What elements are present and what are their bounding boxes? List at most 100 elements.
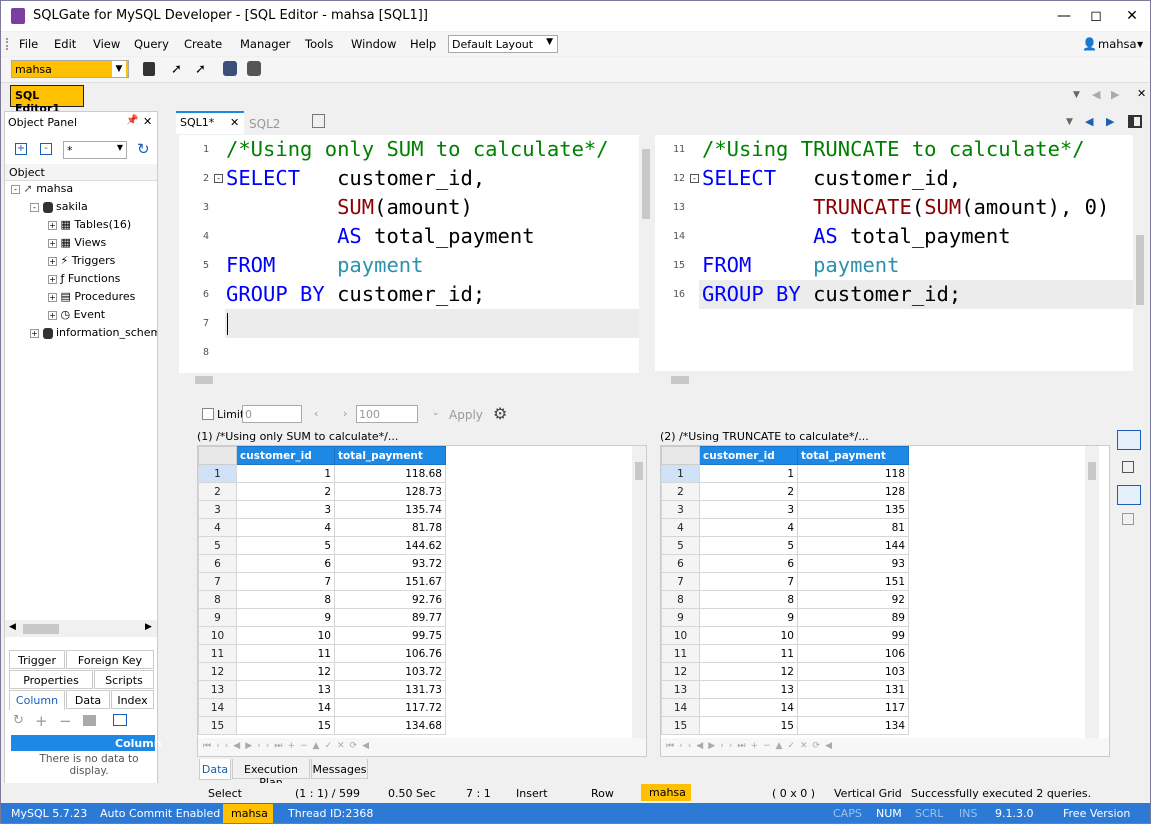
chevron-down-icon[interactable]: ▼ — [1073, 90, 1080, 100]
table-row[interactable]: 9989.77 — [199, 609, 446, 627]
scroll-thumb[interactable] — [23, 624, 59, 634]
table-row[interactable]: 1212103.72 — [199, 663, 446, 681]
table-cell[interactable]: 103 — [798, 663, 909, 681]
table-cell[interactable]: 151 — [798, 573, 909, 591]
tab-scripts[interactable]: Scripts — [94, 670, 154, 689]
collapse-all-icon[interactable]: - — [40, 143, 52, 155]
tab-data[interactable]: Data — [66, 690, 110, 709]
tree-node-functions[interactable]: + ƒ Functions — [48, 272, 120, 290]
table-cell[interactable]: 93.72 — [335, 555, 446, 573]
close-icon[interactable]: ✕ — [143, 115, 152, 128]
table-cell[interactable]: 117.72 — [335, 699, 446, 717]
vertical-scrollbar[interactable] — [1085, 446, 1099, 738]
table-cell[interactable]: 93 — [798, 555, 909, 573]
chevron-down-icon[interactable]: ▼ — [1066, 117, 1073, 127]
grid-settings-icon[interactable] — [1122, 461, 1134, 473]
tab-execution-plan[interactable]: Execution Plan — [232, 759, 310, 779]
arrow-left-icon[interactable]: ◀ — [1092, 88, 1100, 101]
table-cell[interactable]: 134.68 — [335, 717, 446, 735]
row-number-cell[interactable]: 3 — [199, 501, 237, 519]
disconnect-icon[interactable]: ➚ — [195, 62, 206, 77]
table-row[interactable]: 77151.67 — [199, 573, 446, 591]
row-number-cell[interactable]: 10 — [199, 627, 237, 645]
table-row[interactable]: 22128.73 — [199, 483, 446, 501]
limit-checkbox[interactable] — [202, 408, 214, 420]
user-name[interactable]: mahsa — [1098, 37, 1137, 51]
table-cell[interactable]: 128 — [798, 483, 909, 501]
table-row[interactable]: 33135.74 — [199, 501, 446, 519]
form-view-icon[interactable] — [1117, 485, 1141, 505]
row-number-cell[interactable]: 2 — [199, 483, 237, 501]
tree-node-views[interactable]: + ▦ Views — [48, 236, 106, 254]
result1-grid[interactable]: customer_id total_payment 11118.6822128.… — [197, 445, 647, 757]
table-cell[interactable]: 89.77 — [335, 609, 446, 627]
close-icon[interactable]: ✕ — [1137, 87, 1146, 100]
close-icon[interactable]: ✕ — [230, 116, 239, 129]
sql-editor-right[interactable]: 11 12 13 14 15 16 - /*Using TRUNCATE to … — [655, 135, 1133, 371]
table-row[interactable]: 11118.68 — [199, 465, 446, 483]
row-number-cell[interactable]: 2 — [662, 483, 700, 501]
table-row[interactable]: 1212103 — [662, 663, 909, 681]
arrow-right-icon[interactable]: ▶ — [1106, 115, 1114, 128]
table-cell[interactable]: 12 — [237, 663, 335, 681]
layout-select[interactable]: Default Layout ▼ — [448, 35, 558, 53]
row-number-cell[interactable]: 5 — [662, 537, 700, 555]
scroll-thumb[interactable] — [1088, 462, 1096, 480]
table-cell[interactable]: 151.67 — [335, 573, 446, 591]
column-header[interactable]: total_payment — [798, 447, 909, 465]
grid-icon[interactable] — [1122, 513, 1134, 525]
arrow-right-icon[interactable]: ▶ — [1111, 88, 1119, 101]
page-size-input[interactable]: 100 — [356, 405, 418, 423]
row-number-cell[interactable]: 15 — [199, 717, 237, 735]
row-number-cell[interactable]: 8 — [662, 591, 700, 609]
table-row[interactable]: 9989 — [662, 609, 909, 627]
table-row[interactable]: 1313131 — [662, 681, 909, 699]
row-number-cell[interactable]: 14 — [199, 699, 237, 717]
table-row[interactable]: 8892 — [662, 591, 909, 609]
table-cell[interactable]: 3 — [237, 501, 335, 519]
table-cell[interactable]: 131 — [798, 681, 909, 699]
table-row[interactable]: 1111106.76 — [199, 645, 446, 663]
row-number-cell[interactable]: 12 — [662, 663, 700, 681]
row-number-cell[interactable]: 13 — [199, 681, 237, 699]
menu-manager[interactable]: Manager — [240, 37, 290, 51]
table-row[interactable]: 101099.75 — [199, 627, 446, 645]
table-row[interactable]: 1111106 — [662, 645, 909, 663]
menu-query[interactable]: Query — [134, 37, 169, 51]
add-icon[interactable]: + — [35, 712, 48, 730]
table-cell[interactable]: 6 — [237, 555, 335, 573]
table-cell[interactable]: 2 — [700, 483, 798, 501]
menu-create[interactable]: Create — [184, 37, 222, 51]
table-cell[interactable]: 118 — [798, 465, 909, 483]
table-row[interactable]: 1515134 — [662, 717, 909, 735]
scroll-thumb[interactable] — [1136, 235, 1144, 305]
table-row[interactable]: 55144.62 — [199, 537, 446, 555]
object-filter-select[interactable]: * ▼ — [63, 141, 127, 159]
table-row[interactable]: 6693.72 — [199, 555, 446, 573]
tree-node-mahsa[interactable]: - ➚ mahsa — [11, 182, 73, 200]
menu-edit[interactable]: Edit — [54, 37, 76, 51]
table-cell[interactable]: 7 — [237, 573, 335, 591]
remove-icon[interactable]: − — [59, 712, 72, 730]
table-cell[interactable]: 4 — [700, 519, 798, 537]
maximize-button[interactable]: ◻ — [1081, 5, 1111, 27]
new-tab-icon[interactable] — [312, 114, 325, 128]
table-cell[interactable]: 13 — [700, 681, 798, 699]
table-cell[interactable]: 135 — [798, 501, 909, 519]
expand-all-icon[interactable]: + — [15, 143, 27, 155]
vertical-scrollbar[interactable] — [639, 135, 653, 371]
close-button[interactable]: ✕ — [1117, 5, 1147, 27]
apply-button[interactable]: Apply — [449, 408, 483, 422]
table-row[interactable]: 1414117.72 — [199, 699, 446, 717]
row-number-cell[interactable]: 1 — [662, 465, 700, 483]
table-cell[interactable]: 131.73 — [335, 681, 446, 699]
refresh-icon[interactable]: ↻ — [137, 140, 150, 158]
table-cell[interactable]: 135.74 — [335, 501, 446, 519]
gear-icon[interactable]: ⚙ — [493, 404, 507, 423]
minimize-button[interactable]: — — [1049, 5, 1079, 27]
pin-icon[interactable]: 📌 — [126, 115, 138, 126]
table-cell[interactable]: 8 — [700, 591, 798, 609]
columns-view-icon[interactable] — [1117, 430, 1141, 450]
table-row[interactable]: 1515134.68 — [199, 717, 446, 735]
vertical-scrollbar[interactable] — [632, 446, 646, 738]
